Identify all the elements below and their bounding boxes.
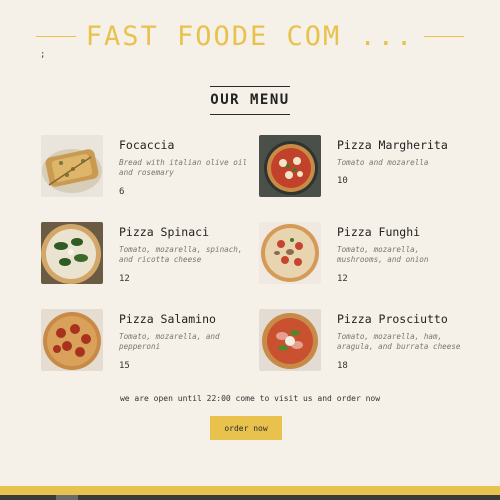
menu-item-pizza-spinaci: Pizza Spinaci Tomato, mozarella, spinach… [41,222,259,284]
focaccia-photo [41,135,103,197]
menu-item-description: Tomato, mozarella, ham, aragula, and bur… [337,332,461,352]
site-header: FAST FOODE COM ... [0,14,500,58]
page-footer [0,486,500,500]
menu-item-pizza-funghi: Pizza Funghi Tomato, mozarella, mushroom… [259,222,471,284]
menu-item-price: 12 [119,273,130,284]
menu-item-pizza-salamino: Pizza Salamino Tomato, mozarella, and pe… [41,309,259,371]
footer-tab [56,495,78,500]
menu-item-name: Pizza Margherita [337,138,448,152]
opening-hours-text: we are open until 22:00 come to visit us… [119,394,381,403]
header-divider-right [424,35,465,37]
menu-item-name: Pizza Salamino [119,312,216,326]
menu-item-name: Pizza Spinaci [119,225,210,239]
pizza-salamino-photo [41,309,103,371]
header-divider-left [35,35,76,37]
menu-item-description: Tomato, mozarella, spinach, and ricotta … [119,245,243,265]
order-now-button[interactable]: order now [210,416,282,440]
stray-text: ; [40,50,46,60]
menu-item-name: Focaccia [119,138,175,152]
pizza-prosciutto-photo [259,309,321,371]
menu-item-pizza-margherita: Pizza Margherita Tomato and mozarella 10 [259,135,471,197]
menu-item-description: Tomato, mozarella, and pepperoni [119,332,220,352]
menu-title: OUR MENU [210,86,290,115]
menu-item-price: 6 [119,186,125,197]
menu-grid: Focaccia Bread with italian olive oil an… [41,135,471,371]
menu-heading: OUR MENU [0,86,500,115]
menu-item-price: 10 [337,176,348,187]
menu-item-name: Pizza Funghi [337,225,421,239]
menu-item-price: 18 [337,360,348,371]
menu-item-price: 12 [337,273,348,284]
menu-item-description: Tomato and mozarella [337,158,429,167]
menu-item-price: 15 [119,360,130,371]
menu-item-description: Tomato, mozarella, mushrooms, and onion [337,245,429,265]
menu-item-pizza-prosciutto: Pizza Prosciutto Tomato, mozarella, ham,… [259,309,471,371]
site-title: FAST FOODE COM ... [85,20,415,52]
menu-item-name: Pizza Prosciutto [337,312,448,326]
pizza-spinaci-photo [41,222,103,284]
pizza-funghi-photo [259,222,321,284]
menu-item-description: Bread with italian olive oil and rosemar… [119,158,248,178]
menu-item-focaccia: Focaccia Bread with italian olive oil an… [41,135,259,197]
pizza-margherita-photo [259,135,321,197]
